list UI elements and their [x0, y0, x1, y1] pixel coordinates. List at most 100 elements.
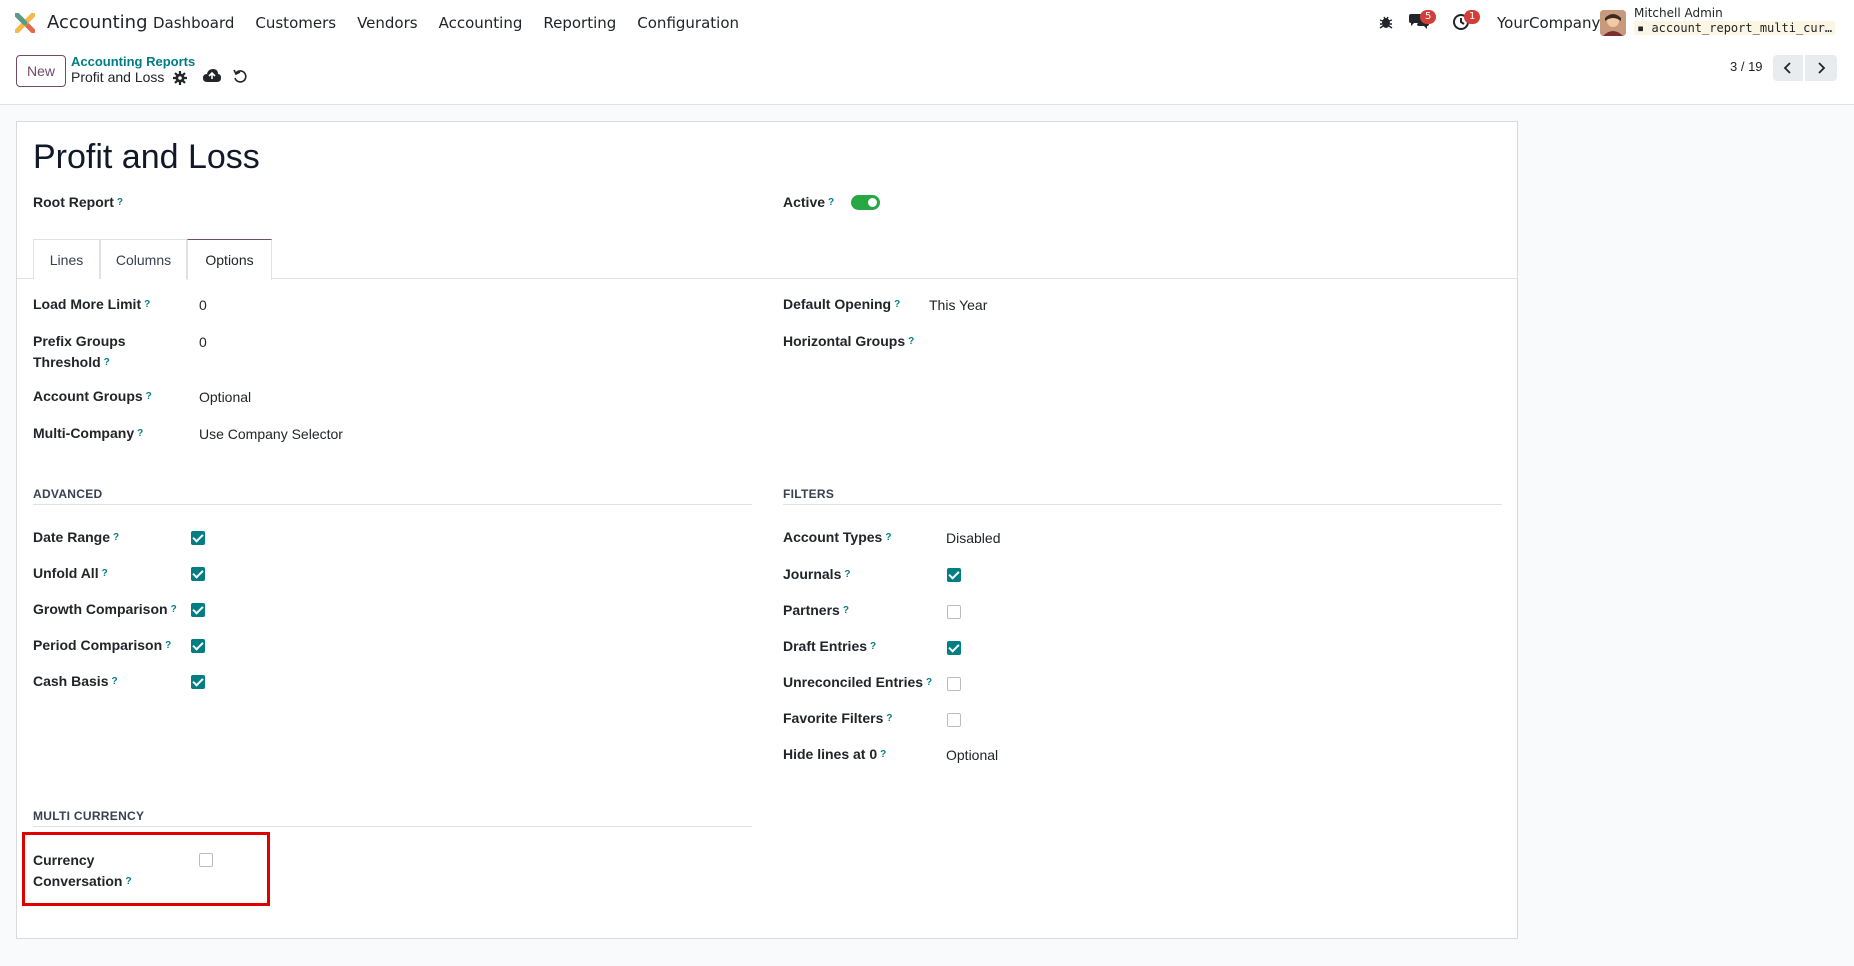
user-avatar[interactable] [1600, 10, 1626, 36]
user-name[interactable]: Mitchell Admin [1634, 6, 1723, 20]
growth-comparison-label-text: Growth Comparison [33, 601, 168, 617]
activities-count-badge: 1 [1464, 10, 1481, 24]
root-report-label-text: Root Report [33, 194, 114, 210]
multi-company-label: Multi-Company? [33, 423, 143, 444]
journals-label-text: Journals [783, 566, 842, 582]
chevron-right-icon [1818, 62, 1826, 74]
advanced-section-rule [33, 504, 752, 505]
account-types-field[interactable]: Disabled [946, 530, 1000, 546]
unfold-all-label-text: Unfold All [33, 565, 99, 581]
record-title[interactable]: Profit and Loss [33, 138, 260, 177]
journals-checkbox[interactable] [947, 568, 961, 582]
horizontal-groups-label: Horizontal Groups? [783, 331, 914, 352]
period-comparison-label: Period Comparison? [33, 635, 171, 656]
avatar-image-icon [1600, 10, 1626, 36]
help-tooltip-icon[interactable]: ? [111, 676, 117, 687]
help-tooltip-icon[interactable]: ? [165, 640, 171, 651]
pager-next-button[interactable] [1805, 55, 1837, 81]
multi-currency-section-title: MULTI CURRENCY [33, 809, 145, 823]
chevron-left-icon [1783, 62, 1791, 74]
debug-bug-icon[interactable] [1378, 14, 1394, 30]
new-button[interactable]: New [16, 55, 66, 87]
help-tooltip-icon[interactable]: ? [880, 749, 886, 760]
account-types-label: Account Types? [783, 527, 891, 548]
tab-columns[interactable]: Columns [100, 239, 187, 279]
load-more-limit-label: Load More Limit? [33, 294, 150, 315]
filters-section-title: FILTERS [783, 487, 835, 501]
cash-basis-checkbox[interactable] [191, 675, 205, 689]
help-tooltip-icon[interactable]: ? [908, 336, 914, 347]
active-label: Active? [783, 192, 834, 213]
prefix-groups-threshold-label-text: Prefix Groups Threshold [33, 333, 126, 370]
help-tooltip-icon[interactable]: ? [828, 197, 834, 208]
period-comparison-checkbox[interactable] [191, 639, 205, 653]
active-toggle[interactable] [851, 195, 880, 210]
prefix-groups-threshold-field[interactable]: 0 [199, 334, 207, 350]
favorite-filters-checkbox[interactable] [947, 713, 961, 727]
save-cloud-icon[interactable] [203, 69, 221, 83]
partners-label-text: Partners [783, 602, 840, 618]
tab-lines[interactable]: Lines [33, 239, 100, 279]
unreconciled-entries-checkbox[interactable] [947, 677, 961, 691]
advanced-section-title: ADVANCED [33, 487, 103, 501]
growth-comparison-checkbox[interactable] [191, 603, 205, 617]
load-more-limit-field[interactable]: 0 [199, 297, 207, 313]
menu-item-accounting[interactable]: Accounting [439, 14, 523, 32]
app-name[interactable]: Accounting [47, 12, 148, 33]
menu-item-reporting[interactable]: Reporting [543, 14, 616, 32]
cash-basis-label: Cash Basis? [33, 671, 118, 692]
multi-company-field[interactable]: Use Company Selector [199, 426, 343, 442]
messages-count-badge: 5 [1420, 10, 1437, 24]
menu-item-dashboard[interactable]: Dashboard [153, 14, 234, 32]
hide-lines-field[interactable]: Optional [946, 747, 998, 763]
company-switcher[interactable]: YourCompany [1497, 14, 1600, 32]
pager-value[interactable]: 3 / 19 [1730, 59, 1763, 74]
breadcrumb-parent-link[interactable]: Accounting Reports [71, 54, 195, 69]
default-opening-label-text: Default Opening [783, 296, 892, 312]
help-tooltip-icon[interactable]: ? [144, 299, 150, 310]
help-tooltip-icon[interactable]: ? [843, 605, 849, 616]
breadcrumb-current: Profit and Loss [71, 69, 165, 85]
draft-entries-checkbox[interactable] [947, 641, 961, 655]
help-tooltip-icon[interactable]: ? [886, 713, 892, 724]
account-types-label-text: Account Types [783, 529, 883, 545]
unfold-all-checkbox[interactable] [191, 567, 205, 581]
help-tooltip-icon[interactable]: ? [102, 568, 108, 579]
tab-options[interactable]: Options [187, 239, 272, 280]
horizontal-groups-label-text: Horizontal Groups [783, 333, 906, 349]
menu-item-customers[interactable]: Customers [255, 14, 336, 32]
toggle-knob [868, 198, 877, 207]
unreconciled-entries-label-text: Unreconciled Entries [783, 674, 924, 690]
help-tooltip-icon[interactable]: ? [844, 569, 850, 580]
help-tooltip-icon[interactable]: ? [171, 604, 177, 615]
date-range-checkbox[interactable] [191, 531, 205, 545]
partners-checkbox[interactable] [947, 605, 961, 619]
top-navbar: Accounting Dashboard Customers Vendors A… [0, 0, 1854, 46]
help-tooltip-icon[interactable]: ? [113, 532, 119, 543]
default-opening-field[interactable]: This Year [929, 297, 987, 313]
help-tooltip-icon[interactable]: ? [146, 391, 152, 402]
help-tooltip-icon[interactable]: ? [926, 677, 932, 688]
growth-comparison-label: Growth Comparison? [33, 599, 177, 620]
date-range-label: Date Range? [33, 527, 119, 548]
partners-label: Partners? [783, 600, 849, 621]
hide-lines-label-text: Hide lines at 0 [783, 746, 878, 762]
help-tooltip-icon[interactable]: ? [885, 532, 891, 543]
account-groups-label-text: Account Groups [33, 388, 143, 404]
date-range-label-text: Date Range [33, 529, 111, 545]
favorite-filters-label: Favorite Filters? [783, 708, 892, 729]
menu-item-configuration[interactable]: Configuration [637, 14, 739, 32]
pager-previous-button[interactable] [1773, 55, 1803, 81]
help-tooltip-icon[interactable]: ? [104, 357, 110, 368]
help-tooltip-icon[interactable]: ? [894, 299, 900, 310]
gear-icon[interactable] [173, 71, 187, 85]
help-tooltip-icon[interactable]: ? [137, 428, 143, 439]
menu-item-vendors[interactable]: Vendors [357, 14, 418, 32]
active-label-text: Active [783, 194, 826, 210]
account-groups-field[interactable]: Optional [199, 389, 251, 405]
help-tooltip-icon[interactable]: ? [117, 197, 123, 208]
accounting-app-icon[interactable] [15, 13, 35, 33]
discard-undo-icon[interactable] [233, 69, 248, 84]
help-tooltip-icon[interactable]: ? [870, 641, 876, 652]
root-report-label: Root Report? [33, 192, 123, 213]
